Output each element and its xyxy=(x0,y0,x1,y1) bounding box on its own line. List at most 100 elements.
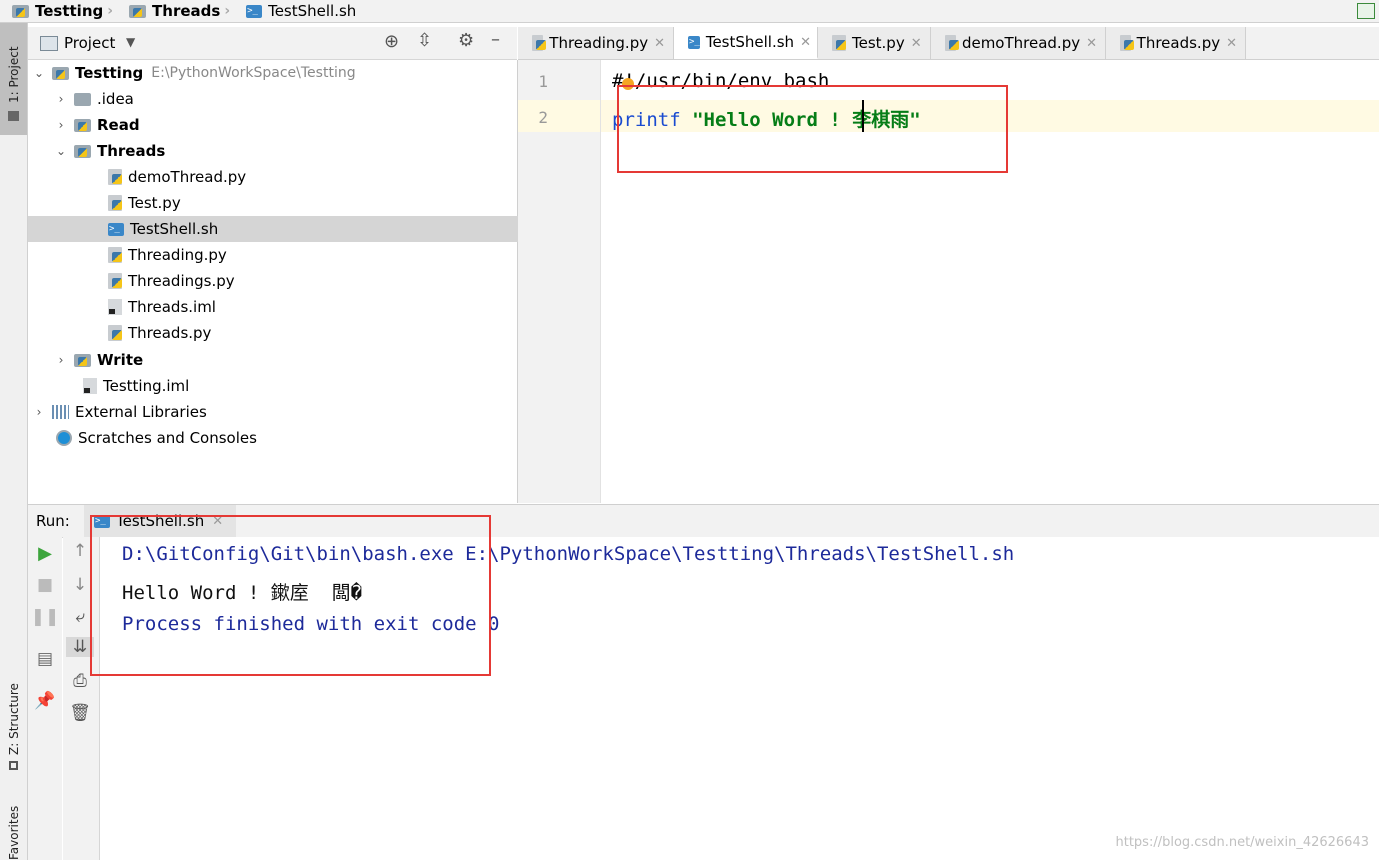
collapse-all-icon[interactable]: ⇳ xyxy=(417,30,432,51)
gear-icon[interactable]: ⚙ xyxy=(458,30,474,51)
python-file-icon xyxy=(108,325,122,341)
tree-item-write[interactable]: › Write xyxy=(28,347,543,373)
python-file-icon xyxy=(108,247,122,263)
pin-icon[interactable]: 📌 xyxy=(28,691,62,711)
minimize-icon[interactable]: – xyxy=(491,29,500,50)
tree-item-read[interactable]: › Read xyxy=(28,112,543,138)
close-icon[interactable]: ✕ xyxy=(654,36,665,51)
tree-item-threads-py[interactable]: Threads.py xyxy=(28,320,597,346)
project-tab-label: 1: Project xyxy=(7,46,21,103)
layout-icon[interactable]: ▤ xyxy=(28,649,62,669)
tab-threads-py[interactable]: Threads.py ✕ xyxy=(1106,27,1246,59)
tree-item-label: Read xyxy=(97,116,140,134)
python-folder-icon xyxy=(12,4,29,18)
line-number: 1 xyxy=(538,72,548,91)
tab-label: demoThread.py xyxy=(961,34,1081,52)
tree-item-external-libraries[interactable]: › External Libraries xyxy=(28,399,521,425)
tree-item-label: Threadings.py xyxy=(128,272,235,290)
python-file-icon xyxy=(832,35,846,51)
tab-label: Threads.py xyxy=(1136,34,1221,52)
chevron-right-icon[interactable]: › xyxy=(54,118,68,132)
python-file-icon xyxy=(1120,35,1134,51)
stop-icon[interactable]: ■ xyxy=(28,575,62,595)
close-icon[interactable]: ✕ xyxy=(1226,36,1237,51)
tree-item-idea[interactable]: › .idea xyxy=(28,86,543,112)
close-icon[interactable]: ✕ xyxy=(911,36,922,51)
tab-label: Test.py xyxy=(852,34,905,52)
project-view-icon xyxy=(40,36,58,51)
favorites-tab-label: Favorites xyxy=(7,805,21,860)
tree-item-testting-iml[interactable]: Testting.iml xyxy=(28,373,572,399)
run-config-icon[interactable] xyxy=(1357,3,1375,19)
chevron-right-icon[interactable]: › xyxy=(54,353,68,367)
tree-item-label: Threads.iml xyxy=(128,298,216,316)
breadcrumb-item-testshell[interactable]: >_ TestShell.sh xyxy=(234,2,360,20)
chevron-right-icon: › xyxy=(107,3,114,19)
python-folder-icon xyxy=(74,118,91,132)
tree-item-label: Scratches and Consoles xyxy=(78,429,257,447)
python-file-icon xyxy=(532,35,547,51)
rerun-icon[interactable]: ▶ xyxy=(28,543,62,564)
tab-label: Threading.py xyxy=(549,34,649,52)
code-editor[interactable]: 1 2 #!/usr/bin/env bash printf "Hello Wo… xyxy=(518,60,1379,503)
python-folder-icon xyxy=(74,144,91,158)
python-file-icon xyxy=(108,273,122,289)
tool-window-structure-tab[interactable]: Z: Structure xyxy=(0,673,27,778)
tree-item-label: Write xyxy=(97,351,144,369)
chevron-down-icon[interactable]: ▼ xyxy=(126,35,135,49)
close-icon[interactable]: ✕ xyxy=(1086,36,1097,51)
breadcrumb-item-testting[interactable]: Testting › xyxy=(0,2,117,20)
chevron-right-icon[interactable]: › xyxy=(32,405,46,419)
breadcrumb-label: Testting xyxy=(35,2,104,20)
tree-item-label: .idea xyxy=(97,90,134,108)
tree-item-label: TestShell.sh xyxy=(130,220,219,238)
tree-item-path: E:\PythonWorkSpace\Testting xyxy=(151,65,356,81)
tab-test-py[interactable]: Test.py ✕ xyxy=(818,27,931,59)
tree-item-threadings[interactable]: Threadings.py xyxy=(28,268,597,294)
tree-item-threads[interactable]: ⌄ Threads xyxy=(28,138,543,164)
run-panel-title: Run: xyxy=(36,512,70,530)
pause-icon[interactable]: ❚❚ xyxy=(28,607,62,627)
chevron-down-icon[interactable]: ⌄ xyxy=(54,144,68,158)
shell-script-icon: >_ xyxy=(246,4,263,18)
project-panel-title[interactable]: Project xyxy=(64,34,115,52)
tool-window-project-tab[interactable]: 1: Project xyxy=(0,23,27,135)
python-folder-icon xyxy=(74,353,91,367)
tab-testshell-sh[interactable]: >_ TestShell.sh ✕ xyxy=(674,27,818,59)
shell-script-icon: >_ xyxy=(108,222,124,236)
highlight-box-code xyxy=(617,85,1008,173)
tab-threading-py[interactable]: Threading.py ✕ xyxy=(518,27,674,59)
folder-icon xyxy=(74,92,91,106)
tree-item-root[interactable]: ⌄ Testting E:\PythonWorkSpace\Testting xyxy=(28,60,521,86)
line-number-gutter: 1 2 xyxy=(518,60,601,503)
tree-item-threads-iml[interactable]: Threads.iml xyxy=(28,294,597,320)
libraries-icon xyxy=(52,405,69,419)
tree-item-scratches[interactable]: Scratches and Consoles xyxy=(28,425,545,451)
tree-item-test[interactable]: Test.py xyxy=(28,190,597,216)
iml-file-icon xyxy=(108,299,122,315)
tab-label: TestShell.sh xyxy=(705,33,795,51)
python-file-icon xyxy=(108,195,122,211)
tab-demothread-py[interactable]: demoThread.py ✕ xyxy=(931,27,1106,59)
folder-icon xyxy=(8,111,19,121)
structure-tab-label: Z: Structure xyxy=(7,683,21,755)
tree-item-label: Testting xyxy=(75,64,144,82)
locate-target-icon[interactable]: ⊕ xyxy=(384,31,399,52)
tree-item-testshell[interactable]: >_ TestShell.sh xyxy=(28,216,597,242)
tool-window-favorites-tab[interactable]: Favorites xyxy=(0,798,27,860)
tree-item-label: External Libraries xyxy=(75,403,207,421)
tree-item-threading[interactable]: Threading.py xyxy=(28,242,597,268)
chevron-right-icon[interactable]: › xyxy=(54,92,68,106)
tree-item-label: Test.py xyxy=(128,194,181,212)
close-icon[interactable]: ✕ xyxy=(800,35,811,50)
breadcrumb: Testting › Threads › >_ TestShell.sh xyxy=(0,0,1379,23)
breadcrumb-item-threads[interactable]: Threads › xyxy=(117,2,234,20)
run-toolbar-primary: ▶ ■ ❚❚ ▤ 📌 xyxy=(28,537,62,860)
tree-item-label: Threads xyxy=(97,142,166,160)
python-file-icon xyxy=(945,35,959,51)
chevron-down-icon[interactable]: ⌄ xyxy=(32,66,46,80)
tree-item-label: Threads.py xyxy=(128,324,212,342)
line-number: 2 xyxy=(538,108,548,127)
trash-icon[interactable]: 🗑 xyxy=(63,703,97,723)
tree-item-demothread[interactable]: demoThread.py xyxy=(28,164,597,190)
